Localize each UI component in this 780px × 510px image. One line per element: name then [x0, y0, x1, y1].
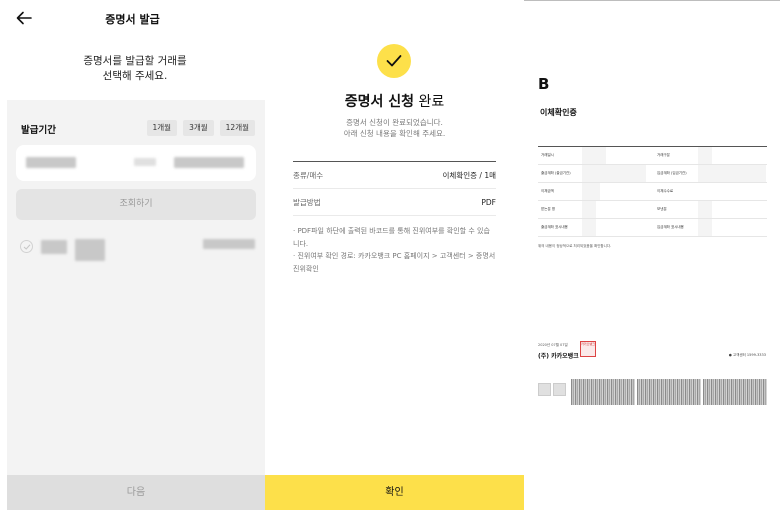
- row-label: 출금계좌 (출금기관): [541, 171, 571, 175]
- prompt-line-1: 증명서를 발급할 거래를: [83, 55, 187, 67]
- redacted-cell: [698, 165, 766, 182]
- row-label: 이체수수료: [657, 189, 674, 193]
- redacted-cell: [582, 165, 646, 182]
- period-chip-1m[interactable]: 1개월: [146, 120, 178, 136]
- select-prompt: 증명서를 발급할 거래를 선택해 주세요.: [0, 54, 270, 84]
- redacted-start-date: [26, 157, 76, 168]
- document-row: 이체금액 이체수수료: [538, 183, 767, 201]
- redacted-cell: [582, 183, 600, 200]
- row-label: 받는분 명: [541, 207, 555, 211]
- checkmark-icon: [386, 55, 402, 67]
- summary-row-type: 종류/매수 이체확인증 / 1매: [293, 162, 496, 189]
- row-label: 이체금액: [541, 189, 554, 193]
- summary-value: 이체확인증 / 1매: [442, 170, 496, 180]
- request-summary: 종류/매수 이체확인증 / 1매 발급방법 PDF: [293, 161, 496, 216]
- transaction-row[interactable]: [7, 235, 265, 267]
- barcode-area: [534, 379, 768, 405]
- radio-check-icon[interactable]: [20, 240, 33, 253]
- redacted-transaction-amount: [203, 239, 255, 249]
- row-label: 보낸분: [657, 207, 667, 211]
- select-transaction-panel: 증명서 발급 증명서를 발급할 거래를 선택해 주세요. 발급기간 1개월 3개…: [0, 0, 265, 510]
- row-label: 출금계좌 표시내용: [541, 225, 568, 229]
- page-title: 증명서 발급: [105, 13, 160, 26]
- top-bar: 증명서 발급: [0, 0, 265, 38]
- certificate-preview: B 이체확인증 거래일시 거래구분 출금계좌 (출금기관) 입금계좌 (입금기관…: [524, 0, 780, 510]
- summary-value: PDF: [481, 197, 496, 207]
- period-chip-3m[interactable]: 3개월: [183, 120, 214, 136]
- contact-info: ● 고객센터 1599-3333: [729, 353, 766, 358]
- subtitle-line-2: 아래 신청 내용을 확인해 주세요.: [343, 129, 446, 138]
- success-badge: [377, 44, 411, 78]
- official-seal: 카카오뱅크: [580, 341, 596, 357]
- period-chips: 1개월 3개월 12개월: [146, 120, 255, 136]
- confirm-button[interactable]: 확인: [265, 475, 524, 510]
- contact-text: 고객센터 1599-3333: [732, 353, 766, 357]
- barcode-strip: [703, 379, 767, 405]
- date-range-field[interactable]: [16, 145, 256, 181]
- redacted-cell: [582, 147, 606, 164]
- redacted-cell: [582, 201, 596, 218]
- notice-item: · 진위여부 확인 경로: 카카오뱅크 PC 홈페이지 > 고객센터 > 증명서…: [293, 252, 496, 273]
- barcode-strip: [637, 379, 701, 405]
- summary-key: 종류/매수: [293, 170, 324, 180]
- row-label: 거래일시: [541, 153, 554, 157]
- redacted-cell: [698, 201, 712, 218]
- period-chip-12m[interactable]: 12개월: [219, 120, 255, 136]
- transaction-filter-area: 발급기간 1개월 3개월 12개월 조회하기: [7, 100, 265, 475]
- notice-item: · PDF파일 하단에 출력된 바코드를 통해 진위여부를 확인할 수 있습니다…: [293, 227, 490, 248]
- next-button[interactable]: 다음: [7, 475, 265, 510]
- request-complete-panel: 증명서 신청 완료 증명서 신청이 완료되었습니다. 아래 신청 내용을 확인해…: [265, 0, 524, 510]
- prompt-line-2: 선택해 주세요.: [102, 70, 168, 82]
- issue-date: 2020년 07월 07일: [538, 343, 568, 347]
- row-label: 입금계좌 (입금기관): [657, 171, 687, 175]
- issuer-name: (주) 카카오뱅크: [538, 353, 579, 360]
- barcode-strip: [571, 379, 635, 405]
- complete-subtitle: 증명서 신청이 완료되었습니다. 아래 신청 내용을 확인해 주세요.: [265, 117, 524, 139]
- subtitle-line-1: 증명서 신청이 완료되었습니다.: [346, 118, 443, 127]
- document-row: 받는분 명 보낸분: [538, 201, 767, 219]
- summary-key: 발급방법: [293, 197, 321, 207]
- summary-row-method: 발급방법 PDF: [293, 189, 496, 216]
- inquiry-button[interactable]: 조회하기: [16, 189, 256, 220]
- complete-title: 증명서 신청 완료: [265, 91, 524, 111]
- document-row: 출금계좌 (출금기관) 입금계좌 (입금기관): [538, 165, 767, 183]
- barcode-marker: [538, 383, 551, 396]
- redacted-cell: [582, 219, 596, 236]
- document-table: 거래일시 거래구분 출금계좌 (출금기관) 입금계좌 (입금기관) 이체금액 이…: [538, 146, 767, 238]
- complete-title-suffix: 완료: [418, 94, 445, 110]
- barcode-marker: [553, 383, 566, 396]
- phone-icon: ●: [728, 353, 732, 357]
- document-title: 이체확인증: [540, 108, 577, 117]
- redacted-transaction-name: [75, 239, 105, 261]
- document-row: 출금계좌 표시내용 입금계좌 표시내용: [538, 219, 767, 237]
- redacted-end-date: [174, 157, 244, 168]
- redacted-cell: [698, 147, 712, 164]
- redacted-separator: [134, 158, 156, 166]
- document-row: 거래일시 거래구분: [538, 147, 767, 165]
- row-label: 거래구분: [657, 153, 670, 157]
- redacted-cell: [698, 219, 712, 236]
- row-label: 입금계좌 표시내용: [657, 225, 684, 229]
- document-footer-note: 위의 내용이 정상적으로 처리되었음을 확인합니다.: [538, 244, 612, 248]
- period-label: 발급기간: [21, 125, 56, 136]
- complete-title-main: 증명서 신청: [344, 94, 415, 110]
- redacted-transaction-date: [41, 240, 67, 254]
- bank-logo: B: [538, 75, 550, 93]
- notice-list: · PDF파일 하단에 출력된 바코드를 통해 진위여부를 확인할 수 있습니다…: [293, 225, 496, 275]
